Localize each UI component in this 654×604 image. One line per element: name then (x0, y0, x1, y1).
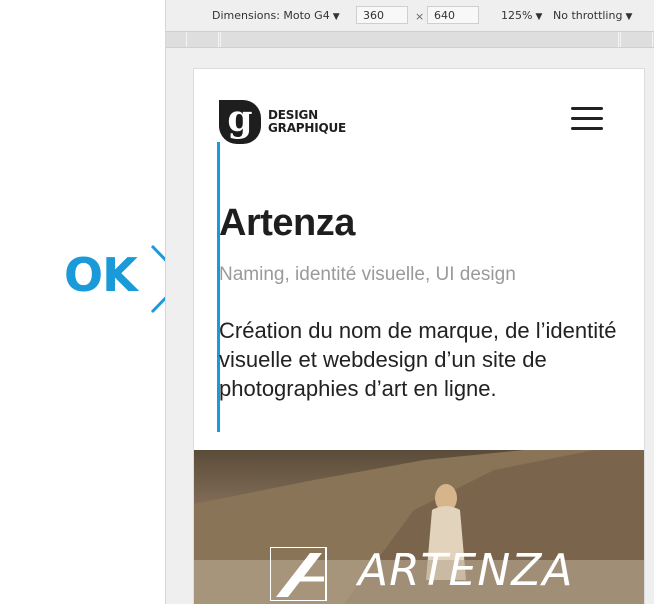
width-input[interactable] (356, 6, 408, 24)
hero-wordmark: ARTENZA (270, 547, 573, 601)
hero-image: ARTENZA (194, 450, 644, 604)
caret-down-icon: ▼ (332, 12, 340, 22)
logo-text: DESIGN GRAPHIQUE (268, 109, 378, 135)
device-toolbar: Dimensions: Moto G4▼ × 125%▼ No throttli… (166, 4, 654, 28)
zoom-label: 125% (501, 9, 533, 22)
caret-down-icon: ▼ (625, 12, 633, 22)
zoom-dropdown[interactable]: 125% ▼ (501, 9, 542, 22)
hamburger-menu-icon[interactable] (571, 105, 605, 131)
emulated-viewport: g DESIGN GRAPHIQUE Artenza Naming, ident… (194, 69, 644, 604)
logo-mark: g (219, 100, 261, 144)
dimensions-dropdown[interactable]: Dimensions: Moto G4 ▼ (212, 9, 340, 22)
times-symbol: × (415, 10, 425, 23)
artenza-logo-icon (270, 547, 327, 601)
logo-line-2: GRAPHIQUE (268, 121, 347, 135)
caret-down-icon: ▼ (535, 12, 543, 22)
dimensions-label: Dimensions: Moto G4 (212, 9, 330, 22)
height-input[interactable] (427, 6, 479, 24)
page-description: Création du nom de marque, de l’identité… (219, 318, 617, 401)
throttling-dropdown[interactable]: No throttling ▼ (553, 9, 632, 22)
page-title: Artenza (219, 202, 355, 244)
media-query-ruler[interactable] (166, 31, 654, 48)
ok-label: OK (64, 248, 138, 302)
hero-wordmark-text: ARTENZA (358, 545, 574, 596)
throttling-label: No throttling (553, 9, 623, 22)
page-subtitle: Naming, identité visuelle, UI design (219, 264, 516, 285)
